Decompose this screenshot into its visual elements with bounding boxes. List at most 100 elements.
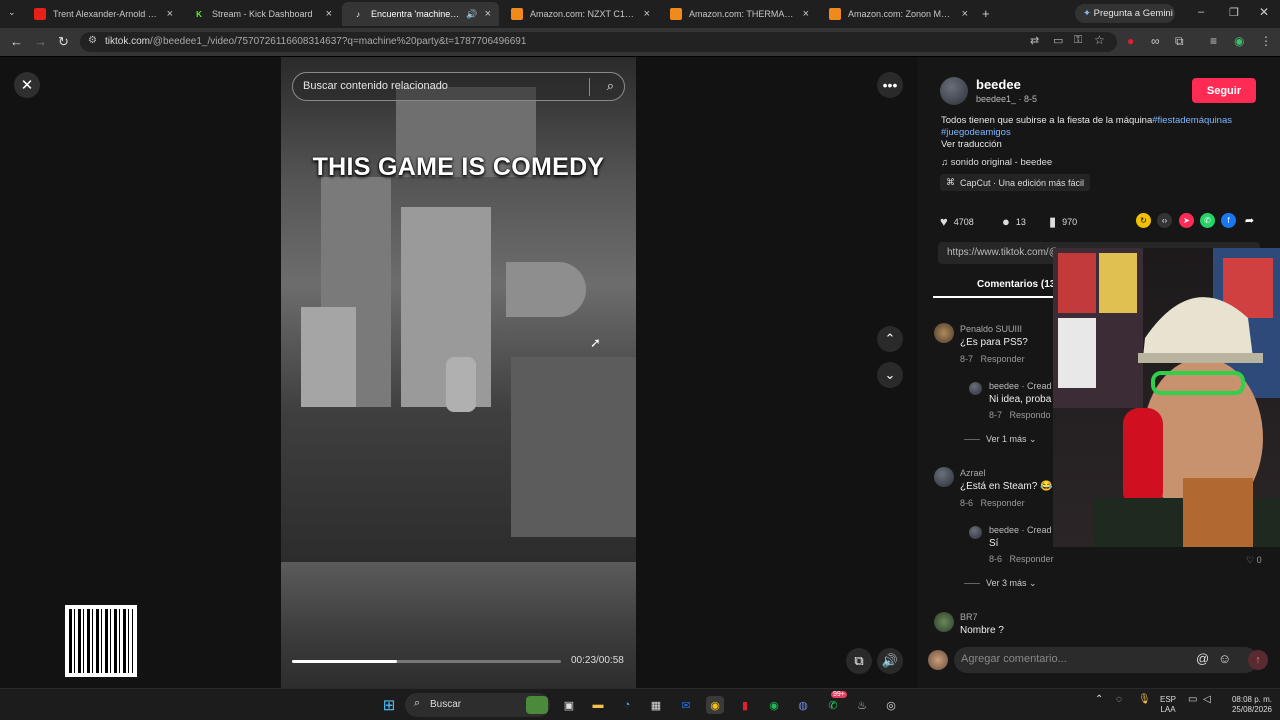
close-tab-icon[interactable]: × <box>962 8 968 20</box>
extension-record-icon[interactable]: ● <box>1127 34 1134 48</box>
clock[interactable]: 08:08 p. m. 25/08/2026 <box>1222 695 1272 715</box>
minimize-icon[interactable]: – <box>1198 6 1204 18</box>
browser-tab-1[interactable]: Trent Alexander-Arnold Ultima× <box>24 2 181 26</box>
steam-icon[interactable]: ♨ <box>853 696 871 714</box>
app-red-icon[interactable]: ▮ <box>736 696 754 714</box>
microphone-icon[interactable]: 🎙 <box>1138 695 1151 705</box>
emoji-icon[interactable]: ☺ <box>1218 651 1231 666</box>
reply-author[interactable]: beedee · Cread <box>989 525 1052 535</box>
like-button[interactable]: ♥ 4708 <box>940 214 974 229</box>
reply-link[interactable]: Responder <box>981 354 1025 364</box>
spotify-icon[interactable]: ◉ <box>765 696 783 714</box>
volume-tray-icon[interactable]: ◁ <box>1203 695 1211 705</box>
browser-tab-4[interactable]: Amazon.com: NZXT C1000 Gol× <box>501 2 658 26</box>
send-icon[interactable]: ➤ <box>1179 213 1194 228</box>
reply-link[interactable]: Responder <box>981 498 1025 508</box>
edge-icon[interactable]: ◔ <box>618 696 636 714</box>
comment-author[interactable]: BR7 <box>960 612 978 622</box>
commenter-avatar[interactable] <box>934 323 954 343</box>
taskbar-game-icon[interactable] <box>526 696 548 714</box>
cast-icon[interactable]: ▭ <box>1053 34 1063 47</box>
facebook-icon[interactable]: f <box>1221 213 1236 228</box>
browser-tab-6[interactable]: Amazon.com: Zonon Marcadi × <box>819 2 976 26</box>
close-tab-icon[interactable]: × <box>644 8 650 20</box>
reply-link[interactable]: Respondo <box>1010 410 1051 420</box>
extension-link-icon[interactable]: ∞ <box>1151 34 1160 48</box>
reply-like-count[interactable]: ♡ 0 <box>1246 555 1262 566</box>
capcut-link[interactable]: ⌘ CapCut · Una edición más fácil <box>940 174 1091 191</box>
browser-tab-3[interactable]: ♪Encuentra 'machine party'🔊× <box>342 2 499 26</box>
tab-search-icon[interactable]: ⌄ <box>8 7 16 18</box>
video-progress-bar[interactable] <box>292 660 561 663</box>
reload-icon[interactable]: ↻ <box>58 34 69 50</box>
url-bar[interactable]: ⚙ tiktok.com/@beedee1_/video/75707261166… <box>80 32 1117 52</box>
task-view-icon[interactable]: ▣ <box>560 696 578 714</box>
network-icon[interactable]: ▭ <box>1188 695 1197 705</box>
translate-link[interactable]: Ver traducción <box>941 139 1002 150</box>
windows-start-icon[interactable]: ⊞ <box>380 696 398 714</box>
tray-app-icon[interactable]: ◌ <box>1116 695 1122 705</box>
sound-link[interactable]: ♫ sonido original - beedee <box>941 157 1052 168</box>
previous-video-button[interactable]: ⌃ <box>877 326 903 352</box>
audio-playing-icon[interactable]: 🔊 <box>466 9 477 20</box>
comment-author[interactable]: Azrael <box>960 468 986 478</box>
close-tab-icon[interactable]: × <box>167 8 173 20</box>
reply-avatar[interactable] <box>969 382 982 395</box>
close-tab-icon[interactable]: × <box>485 8 491 20</box>
post-comment-button[interactable]: ↑ <box>1248 650 1268 670</box>
close-tab-icon[interactable]: × <box>326 8 332 20</box>
commenter-avatar[interactable] <box>934 612 954 632</box>
file-explorer-icon[interactable]: ▬ <box>589 696 607 714</box>
share-arrow-icon[interactable]: ➦ <box>1242 213 1257 228</box>
new-tab-icon[interactable]: + <box>982 6 990 21</box>
comment-button[interactable]: ● 13 <box>1002 214 1026 229</box>
commenter-avatar[interactable] <box>934 467 954 487</box>
current-user-avatar[interactable] <box>928 650 948 670</box>
reply-author[interactable]: beedee · Cread <box>989 381 1052 391</box>
forward-icon[interactable]: → <box>34 34 47 49</box>
gemini-button[interactable]: ✦ Pregunta a Gemini <box>1075 4 1175 23</box>
hashtag-link[interactable]: #fiestademáquinas <box>1152 115 1232 126</box>
close-window-icon[interactable]: ✕ <box>1259 5 1269 19</box>
outlook-icon[interactable]: ✉ <box>677 696 695 714</box>
embed-icon[interactable]: ‹› <box>1157 213 1172 228</box>
follow-button[interactable]: Seguir <box>1192 78 1256 103</box>
browser-tab-2[interactable]: K Stream - Kick Dashboard × <box>183 2 340 26</box>
site-info-icon[interactable]: ⚙ <box>88 35 97 46</box>
store-icon[interactable]: ▦ <box>647 696 665 714</box>
tray-overflow-icon[interactable]: ⌃ <box>1095 695 1103 705</box>
video-player[interactable]: THIS GAME IS COMEDY ➚ <box>281 57 636 688</box>
restore-icon[interactable]: ❐ <box>1229 6 1239 19</box>
next-video-button[interactable]: ⌄ <box>877 362 903 388</box>
repost-icon[interactable]: ↻ <box>1136 213 1151 228</box>
reading-list-icon[interactable]: ≡ <box>1210 34 1217 48</box>
profile-avatar-icon[interactable]: ◉ <box>1234 34 1244 48</box>
author-name[interactable]: beedee <box>976 77 1021 92</box>
comment-author[interactable]: Penaldo SUUIII <box>960 324 1022 334</box>
chrome-icon[interactable]: ◉ <box>706 696 724 714</box>
whatsapp-icon[interactable]: ✆ <box>1200 213 1215 228</box>
floating-player-button[interactable]: ⧉ <box>846 648 872 674</box>
close-viewer-button[interactable]: ✕ <box>14 72 40 98</box>
bookmark-star-icon[interactable]: ☆ <box>1094 33 1105 47</box>
back-icon[interactable]: ← <box>10 34 23 49</box>
tab-comments[interactable]: Comentarios (13) <box>977 279 1059 290</box>
save-button[interactable]: ▮ 970 <box>1049 214 1077 230</box>
view-more-replies[interactable]: Ver 3 más ⌄ <box>964 578 1037 589</box>
reply-avatar[interactable] <box>969 526 982 539</box>
more-options-button[interactable]: ••• <box>877 72 903 98</box>
mention-icon[interactable]: @ <box>1196 651 1209 666</box>
translate-icon[interactable]: ⇄ <box>1030 34 1039 47</box>
obs-icon[interactable]: ◎ <box>882 696 900 714</box>
author-handle[interactable]: beedee1_ · 8-5 <box>976 94 1037 104</box>
view-more-replies[interactable]: Ver 1 más ⌄ <box>964 434 1037 445</box>
reply-link[interactable]: Responder <box>1010 554 1054 564</box>
related-search-input[interactable]: Buscar contenido relacionado ⌕ <box>292 72 625 101</box>
close-tab-icon[interactable]: × <box>803 8 809 20</box>
password-key-icon[interactable]: ⚿ <box>1074 34 1082 47</box>
volume-button[interactable]: 🔊 <box>877 648 903 674</box>
browser-menu-icon[interactable]: ⋮ <box>1260 34 1272 48</box>
author-avatar[interactable] <box>940 77 968 105</box>
extensions-puzzle-icon[interactable]: ⧉ <box>1175 34 1184 49</box>
whatsapp-icon[interactable]: ✆ <box>824 696 842 714</box>
